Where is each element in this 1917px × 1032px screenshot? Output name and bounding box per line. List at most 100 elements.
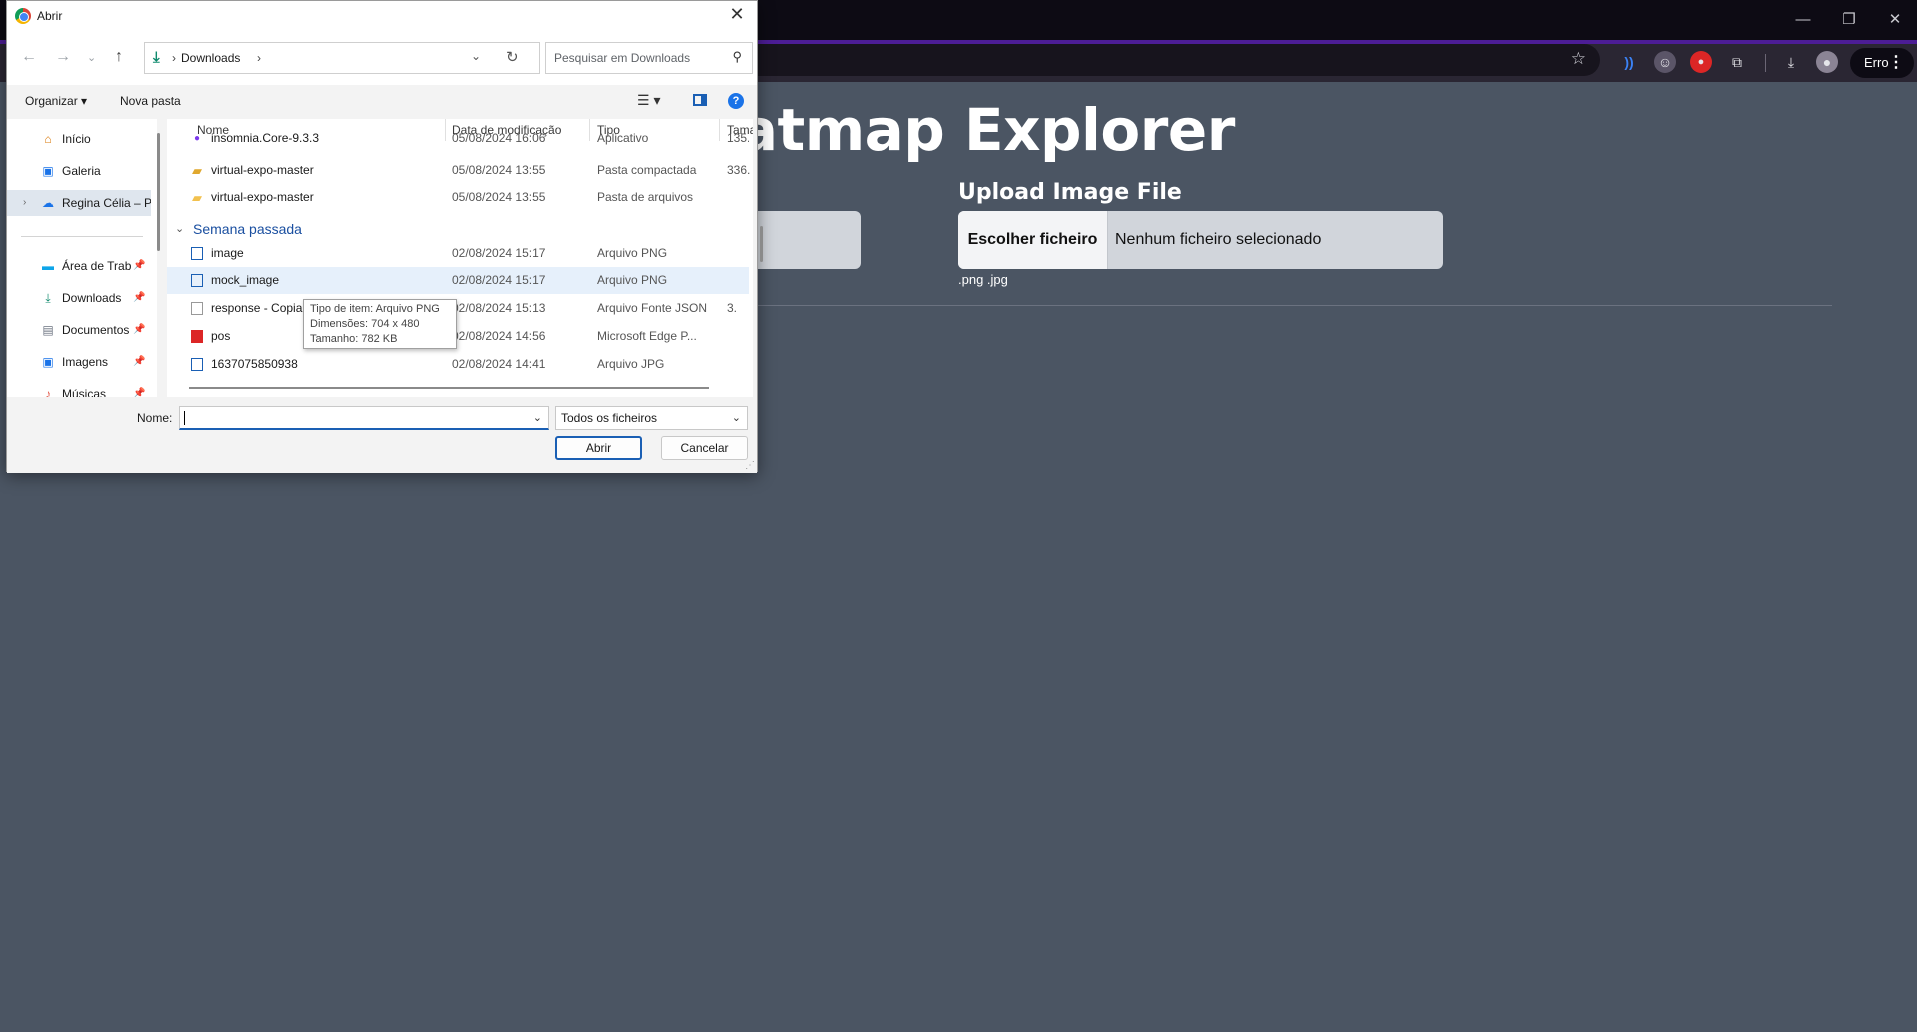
- file-type: Arquivo JPG: [597, 357, 665, 371]
- close-window-icon[interactable]: ✕: [1880, 8, 1910, 32]
- help-icon[interactable]: ?: [728, 93, 744, 109]
- file-type-filter-value: Todos os ficheiros: [561, 411, 658, 425]
- close-icon[interactable]: ✕: [725, 4, 749, 25]
- nav-item-downloads[interactable]: ⤓ Downloads 📌: [7, 285, 151, 311]
- gallery-icon: ▣: [42, 164, 54, 178]
- view-options-icon[interactable]: ☰ ▾: [637, 92, 660, 109]
- divider: [700, 305, 1832, 306]
- file-date: 02/08/2024 15:13: [452, 301, 546, 315]
- breadcrumb-downloads[interactable]: Downloads: [181, 51, 240, 65]
- download-icon: ⤓: [153, 49, 160, 66]
- file-row[interactable]: ▰ virtual-expo-master 05/08/2024 13:55 P…: [167, 184, 749, 211]
- file-date: 02/08/2024 15:17: [452, 273, 546, 287]
- music-icon: ♪: [45, 387, 51, 397]
- file-date: 05/08/2024 16:06: [452, 131, 546, 145]
- pin-icon: 📌: [133, 292, 146, 303]
- nav-item-label: Início: [62, 132, 91, 146]
- file-row[interactable]: pos 02/08/2024 14:56 Microsoft Edge P...: [167, 323, 749, 350]
- nav-item-label: Área de Trab: [62, 259, 132, 273]
- dialog-footer: Nome: ⌄ Todos os ficheiros ⌄ Abrir Cance…: [7, 397, 757, 473]
- chrome-icon: [15, 8, 31, 24]
- file-size: 135.: [727, 131, 749, 145]
- file-type-filter[interactable]: Todos os ficheiros ⌄: [555, 406, 748, 430]
- nav-item-documents[interactable]: ▤ Documentos 📌: [7, 317, 151, 343]
- nav-item-gallery[interactable]: ▣ Galeria: [7, 158, 151, 184]
- open-button[interactable]: Abrir: [555, 436, 642, 460]
- extension-face-icon[interactable]: ☺: [1654, 51, 1676, 73]
- text-caret: [184, 411, 185, 425]
- file-date: 02/08/2024 15:17: [452, 246, 546, 260]
- profile-error-chip[interactable]: Erro ⋮: [1850, 48, 1914, 78]
- file-name: insomnia.Core-9.3.3: [211, 131, 320, 145]
- nav-item-onedrive[interactable]: › ☁ Regina Célia – P: [7, 190, 151, 216]
- cancel-button[interactable]: Cancelar: [661, 436, 748, 460]
- file-type: Arquivo Fonte JSON: [597, 301, 708, 315]
- restore-icon[interactable]: ❐: [1834, 8, 1864, 32]
- file-row[interactable]: 1637075850938 02/08/2024 14:41 Arquivo J…: [167, 351, 749, 378]
- browser-menu-icon[interactable]: ⋮: [1888, 48, 1904, 78]
- forward-arrow-icon[interactable]: →: [55, 48, 71, 66]
- pin-icon: 📌: [133, 324, 146, 335]
- file-row[interactable]: mock_image 02/08/2024 15:17 Arquivo PNG: [167, 267, 749, 294]
- refresh-icon[interactable]: ↻: [506, 48, 519, 66]
- nav-item-pictures[interactable]: ▣ Imagens 📌: [7, 349, 151, 375]
- nav-item-desktop[interactable]: ▬ Área de Trab 📌: [7, 253, 151, 279]
- file-row[interactable]: ● insomnia.Core-9.3.3 05/08/2024 16:06 A…: [167, 131, 749, 145]
- file-row[interactable]: image 02/08/2024 15:17 Arquivo PNG: [167, 240, 749, 267]
- new-folder-button[interactable]: Nova pasta: [120, 94, 181, 108]
- file-name: response - Copia: [211, 301, 303, 315]
- preview-pane-icon[interactable]: [693, 94, 707, 106]
- file-list: Nome Data de modificação Tipo Tamar ● in…: [167, 119, 753, 397]
- breadcrumb-chevron-icon: ›: [257, 51, 261, 65]
- back-arrow-icon[interactable]: ←: [21, 48, 37, 66]
- extensions-puzzle-icon[interactable]: ⧉: [1726, 51, 1748, 73]
- file-tooltip: Tipo de item: Arquivo PNG Dimensões: 704…: [303, 299, 457, 349]
- command-bar: Organizar ▾ Nova pasta ☰ ▾ ?: [7, 85, 757, 117]
- toolbar-divider: [1765, 54, 1766, 72]
- address-bar[interactable]: ☆: [740, 44, 1600, 76]
- profile-avatar[interactable]: ●: [1816, 51, 1838, 73]
- file-input[interactable]: Escolher ficheiro Nenhum ficheiro seleci…: [958, 211, 1443, 269]
- minimize-icon[interactable]: —: [1788, 8, 1818, 32]
- nav-item-home[interactable]: ⌂ Início: [7, 126, 151, 152]
- folder-icon: ▰: [192, 190, 202, 205]
- image-file-icon: [191, 358, 203, 371]
- file-row[interactable]: ▰ virtual-expo-master 05/08/2024 13:55 P…: [167, 157, 750, 184]
- tooltip-type: Tipo de item: Arquivo PNG: [310, 303, 440, 315]
- file-type: Microsoft Edge P...: [597, 329, 697, 343]
- file-row[interactable]: response - Copia 02/08/2024 15:13 Arquiv…: [167, 295, 749, 322]
- horizontal-scrollbar[interactable]: [189, 387, 709, 389]
- pin-icon: 📌: [133, 356, 146, 367]
- extension-red-icon[interactable]: ●: [1690, 51, 1712, 73]
- navigation-pane: ⌂ Início ▣ Galeria › ☁ Regina Célia – P …: [7, 119, 157, 397]
- nav-item-music[interactable]: ♪ Músicas 📌: [7, 381, 151, 397]
- choose-file-button[interactable]: Escolher ficheiro: [958, 211, 1108, 269]
- file-status-text: Nenhum ficheiro selecionado: [1115, 231, 1322, 248]
- expand-chevron-icon[interactable]: ›: [23, 190, 26, 216]
- page-title: eatmap Explorer: [700, 96, 1235, 164]
- nav-item-label: Documentos: [62, 323, 130, 337]
- organize-menu[interactable]: Organizar ▾: [25, 94, 87, 108]
- filename-input[interactable]: ⌄: [179, 406, 549, 430]
- downloads-icon[interactable]: ⤓: [1780, 51, 1802, 73]
- filename-dropdown-icon[interactable]: ⌄: [533, 411, 542, 424]
- file-type: Arquivo PNG: [597, 273, 668, 287]
- open-file-dialog: Abrir ✕ ← → ⌄ ↑ ⤓ › Downloads › ⌄ ↻ Pesq…: [6, 0, 763, 473]
- tooltip-dimensions: Dimensões: 704 x 480: [310, 318, 420, 330]
- address-dropdown-icon[interactable]: ⌄: [471, 49, 481, 63]
- up-arrow-icon[interactable]: ↑: [115, 48, 123, 66]
- resize-grip-icon[interactable]: ⋰: [745, 460, 755, 471]
- address-breadcrumb[interactable]: ⤓ › Downloads › ⌄ ↻: [144, 42, 540, 74]
- nav-scrollbar[interactable]: [157, 133, 160, 251]
- breadcrumb-chevron-icon: ›: [172, 51, 176, 65]
- vertical-scrollbar[interactable]: [760, 226, 763, 262]
- extension-audio-icon[interactable]: )): [1618, 51, 1640, 73]
- search-icon: ⚲: [732, 49, 742, 64]
- filename-label: Nome:: [137, 411, 173, 425]
- search-input[interactable]: Pesquisar em Downloads ⚲: [545, 42, 753, 74]
- bookmark-star-icon[interactable]: ☆: [1571, 49, 1586, 69]
- recent-chevron-icon[interactable]: ⌄: [87, 51, 96, 64]
- file-name: 1637075850938: [211, 357, 298, 371]
- app-icon: ●: [193, 133, 201, 144]
- chevron-down-icon: ⌄: [731, 412, 741, 424]
